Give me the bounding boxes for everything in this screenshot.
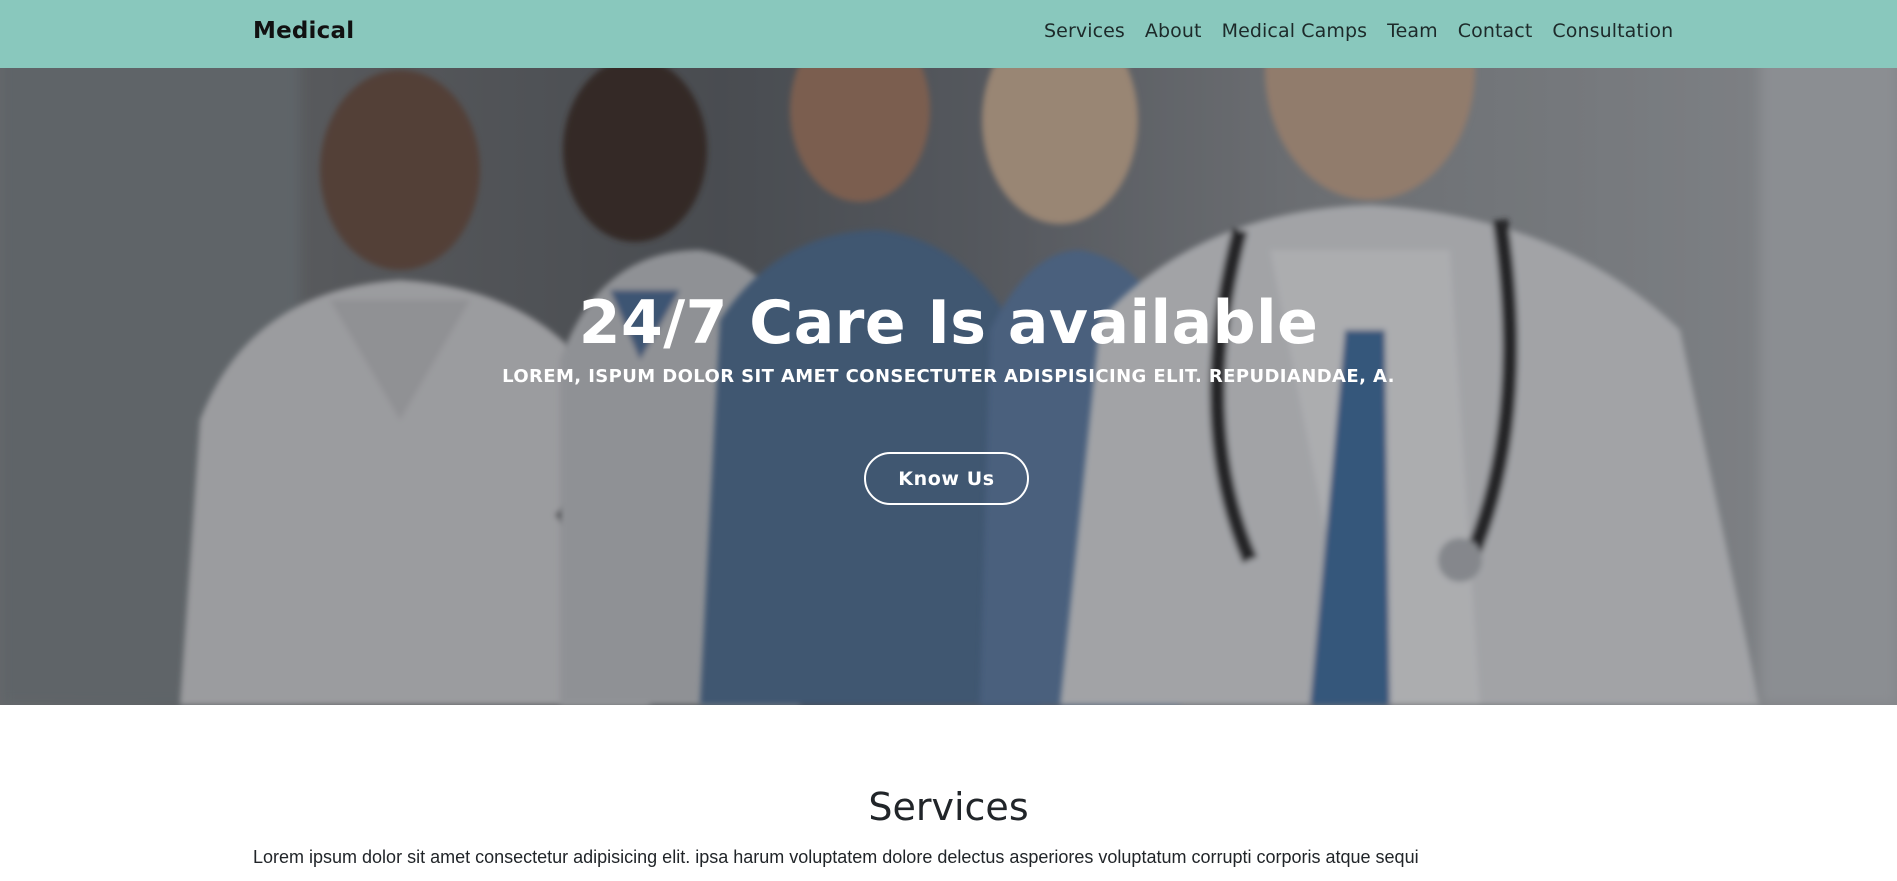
brand-logo[interactable]: Medical [253, 18, 354, 44]
hero-title: 24/7 Care Is available [578, 288, 1319, 358]
nav-link-team[interactable]: Team [1387, 20, 1438, 42]
nav-link-medical-camps[interactable]: Medical Camps [1222, 20, 1368, 42]
hero-subtitle: LOREM, ISPUM DOLOR SIT AMET CONSECTUTER … [502, 366, 1395, 387]
know-us-button[interactable]: Know Us [864, 452, 1029, 505]
nav-links: Services About Medical Camps Team Contac… [1044, 20, 1673, 42]
services-description: Lorem ipsum dolor sit amet consectetur a… [253, 847, 1419, 867]
hero-section: 24/7 Care Is available LOREM, ISPUM DOLO… [0, 0, 1897, 705]
nav-link-contact[interactable]: Contact [1458, 20, 1533, 42]
navbar: Medical Services About Medical Camps Tea… [0, 0, 1897, 68]
nav-link-consultation[interactable]: Consultation [1552, 20, 1673, 42]
nav-link-services[interactable]: Services [1044, 20, 1125, 42]
nav-link-about[interactable]: About [1145, 20, 1202, 42]
services-title: Services [868, 785, 1029, 829]
